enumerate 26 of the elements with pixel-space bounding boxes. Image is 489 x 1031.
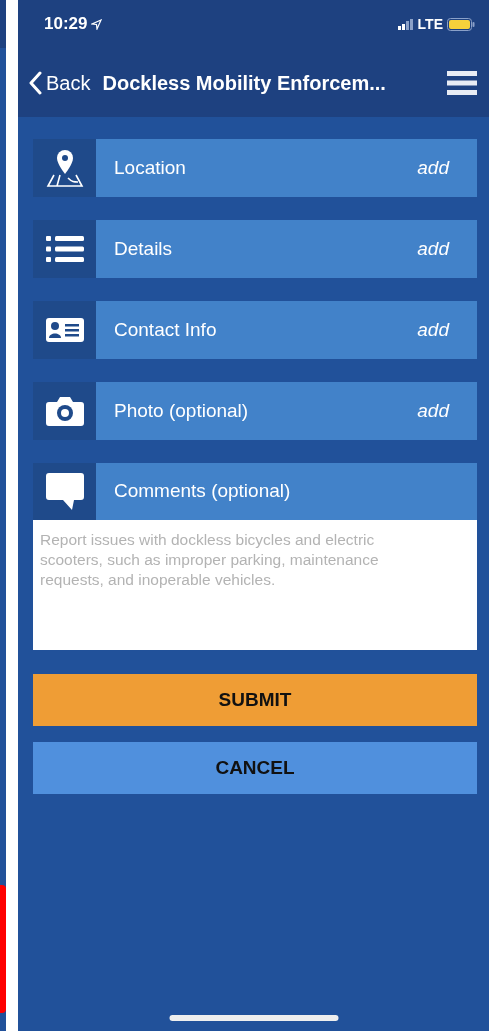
signal-icon [397, 18, 414, 30]
back-button[interactable]: Back [28, 67, 91, 98]
submit-button[interactable]: SUBMIT [33, 674, 477, 726]
list-icon [45, 235, 84, 263]
add-link[interactable]: add [417, 396, 449, 426]
row-label: Location [114, 155, 186, 180]
battery-icon [447, 17, 475, 31]
location-arrow-icon [91, 18, 103, 30]
network-type: LTE [417, 14, 443, 34]
comments-field[interactable]: Report issues with dockless bicycles and electric scooters, such as improper parking, maintenance requests, and inoperable vehicles. [33, 520, 477, 650]
speech-bubble-icon [45, 472, 84, 511]
cancel-button[interactable]: CANCEL [33, 742, 477, 794]
status-time: 10:29 [44, 13, 88, 36]
add-link[interactable]: add [417, 315, 449, 345]
row-label: Contact Info [114, 317, 217, 342]
add-link[interactable]: add [417, 234, 449, 264]
menu-icon[interactable] [447, 70, 477, 95]
row-label: Details [114, 236, 173, 261]
camera-icon [45, 396, 84, 426]
map-pin-icon [45, 148, 84, 188]
screen-title: Dockless Mobility Enforcem... [102, 70, 387, 96]
id-card-icon [45, 318, 84, 342]
chevron-left-icon [28, 70, 42, 95]
row-label: Photo (optional) [114, 398, 249, 423]
add-link[interactable]: add [417, 153, 449, 183]
comments-label: Comments (optional) [114, 479, 291, 504]
